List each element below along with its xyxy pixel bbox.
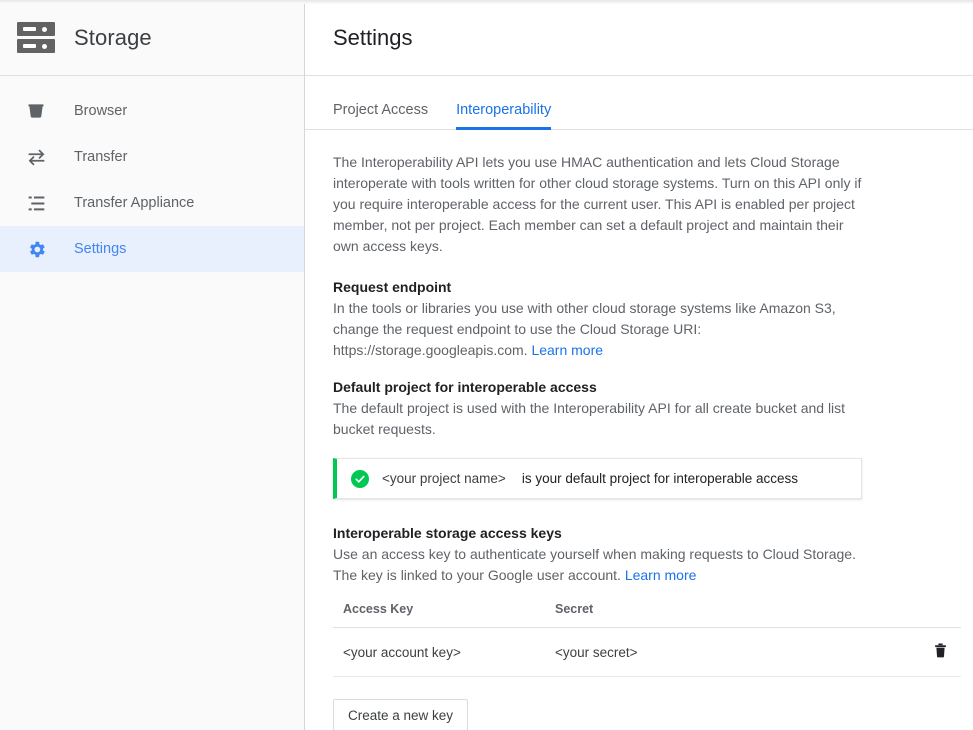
access-keys-text: Use an access key to authenticate yourse… [333, 546, 856, 583]
cell-actions [875, 627, 961, 677]
tab-project-access[interactable]: Project Access [333, 102, 428, 130]
request-endpoint-learn-more-link[interactable]: Learn more [531, 342, 603, 358]
cell-secret: <your secret> [545, 627, 875, 677]
sidebar-item-label: Browser [74, 102, 128, 119]
sidebar-item-transfer[interactable]: Transfer [0, 134, 304, 180]
request-endpoint-section: Request endpoint In the tools or librari… [333, 279, 945, 361]
default-project-section: Default project for interoperable access… [333, 379, 945, 499]
default-project-status-card: <your project name> is your default proj… [333, 458, 862, 499]
sidebar-item-label: Transfer [74, 148, 128, 165]
access-keys-title: Interoperable storage access keys [333, 525, 562, 541]
table-head: Access Key Secret [333, 602, 961, 628]
page-title: Settings [333, 24, 413, 50]
bucket-icon [26, 101, 56, 121]
access-keys-section: Interoperable storage access keys Use an… [333, 525, 961, 730]
interoperability-intro: The Interoperability API lets you use HM… [333, 154, 862, 254]
delete-key-button[interactable] [932, 642, 949, 659]
check-circle-icon [351, 469, 369, 488]
table-header-row: Access Key Secret [333, 602, 961, 628]
trash-icon [932, 643, 949, 662]
create-new-key-button[interactable]: Create a new key [333, 699, 469, 730]
sidebar-item-settings[interactable]: Settings [0, 226, 304, 272]
sidebar-nav: Browser Transfer Transfer Appliance Sett… [0, 76, 304, 272]
default-project-name: <your project name> [382, 471, 506, 486]
column-header-secret: Secret [545, 602, 875, 628]
product-header: Storage [0, 0, 304, 76]
default-project-body: The default project is used with the Int… [333, 400, 846, 437]
sidebar-item-transfer-appliance[interactable]: Transfer Appliance [0, 180, 304, 226]
settings-content: The Interoperability API lets you use HM… [305, 130, 973, 730]
tab-interoperability[interactable]: Interoperability [456, 102, 552, 130]
access-keys-learn-more-link[interactable]: Learn more [625, 567, 697, 583]
access-keys-table: Access Key Secret <your account key> <yo… [333, 602, 961, 677]
storage-settings-page: Storage Browser Transfer Transfer Applia… [0, 0, 973, 730]
table-body: <your account key> <your secret> [333, 627, 961, 677]
sidebar: Storage Browser Transfer Transfer Applia… [0, 0, 305, 730]
default-project-message: is your default project for interoperabl… [521, 471, 798, 486]
main-content: Settings Project Access Interoperability… [305, 0, 973, 730]
transfer-arrows-icon [26, 147, 56, 168]
storage-rack-icon [16, 18, 56, 58]
sidebar-item-label: Settings [74, 240, 127, 257]
gear-icon [26, 239, 56, 260]
page-header: Settings [305, 0, 973, 76]
list-lines-icon [26, 193, 56, 214]
request-endpoint-body: In the tools or libraries you use with o… [333, 298, 878, 361]
column-header-actions [875, 602, 961, 628]
default-project-title: Default project for interoperable access [333, 379, 597, 395]
table-row: <your account key> <your secret> [333, 627, 961, 677]
product-name: Storage [74, 24, 152, 50]
cell-access-key: <your account key> [333, 627, 545, 677]
tab-bar: Project Access Interoperability [305, 76, 973, 130]
sidebar-item-browser[interactable]: Browser [0, 88, 304, 134]
access-keys-body: Use an access key to authenticate yourse… [333, 544, 878, 586]
request-endpoint-title: Request endpoint [333, 279, 452, 295]
column-header-access-key: Access Key [333, 602, 545, 628]
sidebar-item-label: Transfer Appliance [74, 194, 195, 211]
